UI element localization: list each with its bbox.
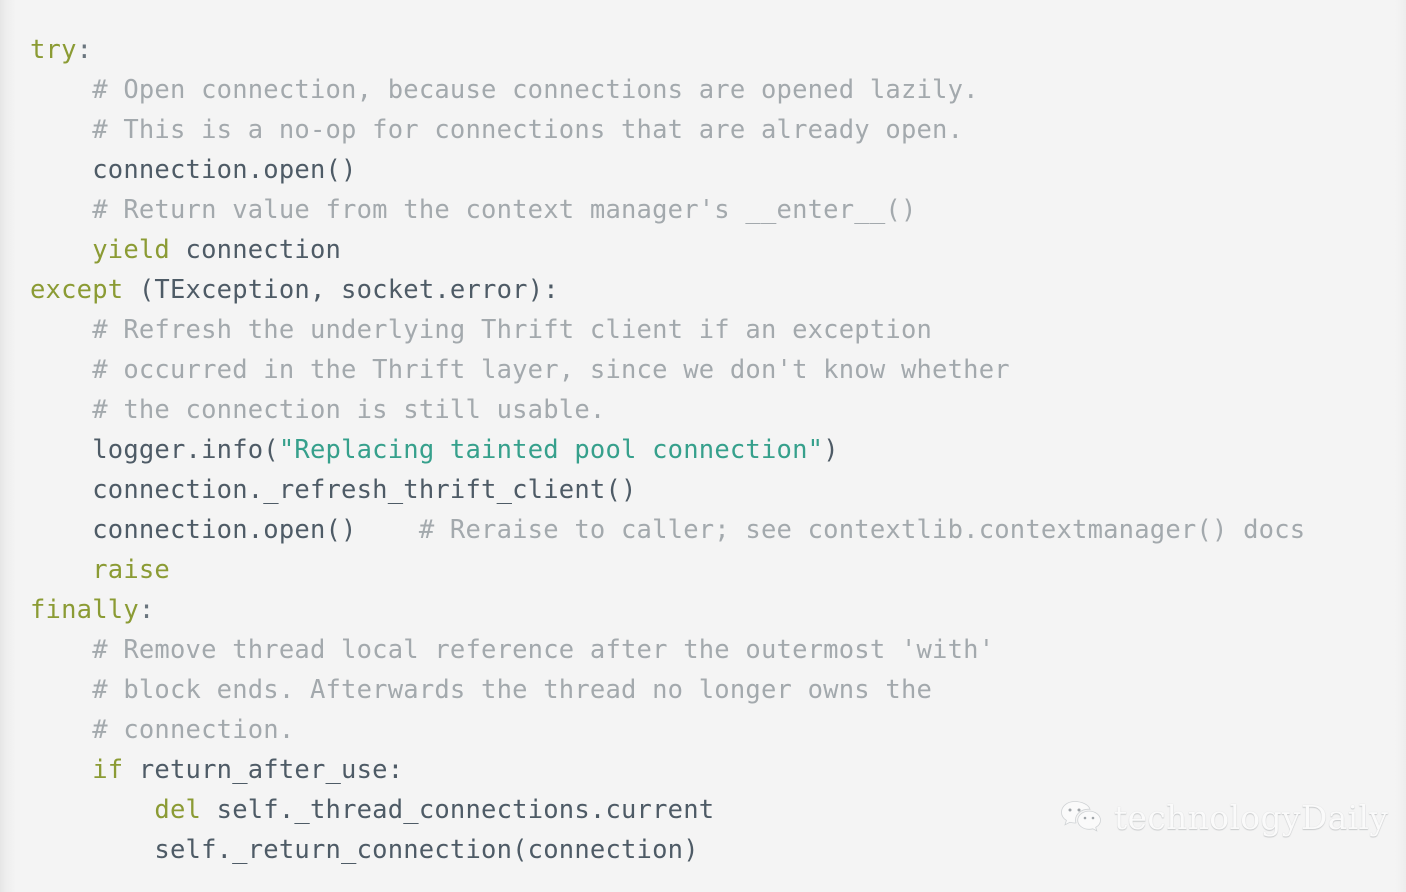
code-line: # block ends. Afterwards the thread no l… xyxy=(0,670,1406,710)
code-token-kw: finally xyxy=(30,595,139,625)
code-token-cmt: # Return value from the context manager'… xyxy=(92,195,917,225)
code-token-punct: : xyxy=(138,595,155,625)
code-line: self._return_connection(connection) xyxy=(0,830,1406,870)
code-token-cmt: # occurred in the Thrift layer, since we… xyxy=(92,355,1010,385)
code-line: if return_after_use: xyxy=(0,750,1406,790)
code-line: except (TException, socket.error): xyxy=(0,270,1406,310)
code-token-kw: try xyxy=(30,35,77,65)
code-token-str: "Replacing tainted pool connection" xyxy=(278,435,824,465)
code-token-plain: return_after_use: xyxy=(123,755,404,785)
code-token-plain: self._thread_connections.current xyxy=(201,795,715,825)
code-line: try: xyxy=(0,30,1406,70)
code-line: # Remove thread local reference after th… xyxy=(0,630,1406,670)
code-line: # Refresh the underlying Thrift client i… xyxy=(0,310,1406,350)
code-line: # the connection is still usable. xyxy=(0,390,1406,430)
code-line: connection.open() xyxy=(0,150,1406,190)
code-line: finally: xyxy=(0,590,1406,630)
code-line: # This is a no-op for connections that a… xyxy=(0,110,1406,150)
code-token-plain: logger.info( xyxy=(92,435,279,465)
code-block: try: # Open connection, because connecti… xyxy=(0,0,1406,870)
code-token-plain: connection._refresh_thrift_client() xyxy=(92,475,637,505)
code-line: # Open connection, because connections a… xyxy=(0,70,1406,110)
code-line: # occurred in the Thrift layer, since we… xyxy=(0,350,1406,390)
code-screenshot: try: # Open connection, because connecti… xyxy=(0,0,1406,892)
code-line: yield connection xyxy=(0,230,1406,270)
code-line: connection.open() # Reraise to caller; s… xyxy=(0,510,1406,550)
code-token-cmt: # Refresh the underlying Thrift client i… xyxy=(92,315,933,345)
code-token-cmt: # Remove thread local reference after th… xyxy=(92,635,995,665)
code-token-cmt: # block ends. Afterwards the thread no l… xyxy=(92,675,933,705)
code-token-kw: del xyxy=(154,795,202,825)
code-token-plain: (TException, socket.error): xyxy=(123,275,559,305)
code-line: # Return value from the context manager'… xyxy=(0,190,1406,230)
code-token-cmt: # This is a no-op for connections that a… xyxy=(92,115,964,145)
code-line: del self._thread_connections.current xyxy=(0,790,1406,830)
code-token-cmt: # Open connection, because connections a… xyxy=(92,75,979,105)
code-token-kw: except xyxy=(30,275,124,305)
code-line: raise xyxy=(0,550,1406,590)
code-token-plain: self._return_connection(connection) xyxy=(154,835,699,865)
code-token-kw: if xyxy=(92,755,124,785)
code-token-plain: ) xyxy=(823,435,839,465)
code-line: connection._refresh_thrift_client() xyxy=(0,470,1406,510)
code-token-punct: : xyxy=(76,35,93,65)
code-token-plain: connection.open() xyxy=(92,515,357,545)
code-token-cmt: # the connection is still usable. xyxy=(92,395,606,425)
code-line: # connection. xyxy=(0,710,1406,750)
code-token-cmt: # Reraise to caller; see contextlib.cont… xyxy=(356,515,1306,545)
code-token-kw: yield xyxy=(92,235,170,265)
code-token-plain: connection xyxy=(169,235,342,265)
code-token-kw: raise xyxy=(92,555,170,585)
code-token-plain: connection.open() xyxy=(92,155,357,185)
code-token-cmt: # connection. xyxy=(92,715,295,745)
code-line: logger.info("Replacing tainted pool conn… xyxy=(0,430,1406,470)
